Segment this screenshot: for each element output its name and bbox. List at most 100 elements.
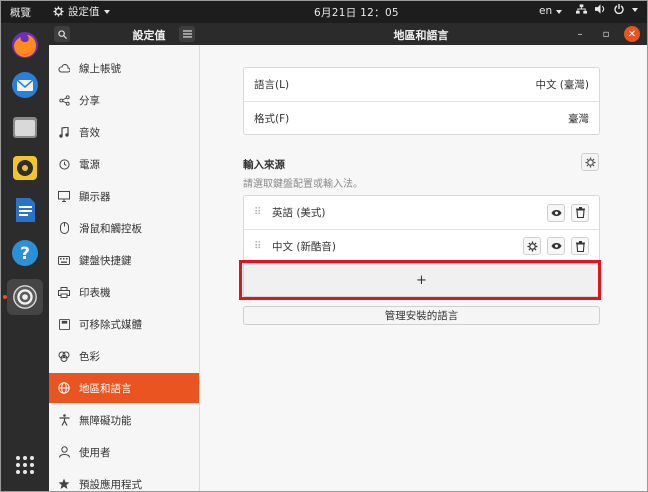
format-value: 臺灣 — [568, 112, 589, 125]
eye-icon — [550, 209, 562, 216]
format-row[interactable]: 格式(F) 臺灣 — [244, 101, 599, 134]
svg-text:?: ? — [20, 244, 30, 264]
input-source-label: 中文 (新酷音) — [272, 240, 337, 253]
sidebar-item-label: 顯示器 — [79, 190, 111, 203]
sidebar-item-users[interactable]: 使用者 — [49, 437, 199, 467]
language-label: 語言(L) — [254, 79, 290, 91]
close-button[interactable]: ✕ — [624, 26, 640, 42]
sidebar-item-label: 無障礙功能 — [79, 414, 132, 427]
writer-icon[interactable] — [7, 192, 43, 228]
sidebar-item-label: 線上帳號 — [79, 62, 121, 75]
source-settings-button[interactable] — [523, 237, 541, 255]
sidebar-item-label: 預設應用程式 — [79, 478, 142, 491]
sidebar-item-label: 可移除式媒體 — [79, 318, 142, 331]
input-source-row[interactable]: ⠿ 中文 (新酷音) — [244, 229, 599, 262]
format-label: 格式(F) — [254, 112, 290, 125]
add-input-source-button[interactable]: + — [243, 263, 600, 297]
share-icon — [58, 94, 70, 106]
eye-icon — [550, 242, 562, 250]
power-icon — [614, 4, 624, 14]
app-menu-label: 設定值 — [68, 6, 100, 18]
sidebar-item-sound[interactable]: 音效 — [49, 117, 199, 147]
show-apps-icon[interactable] — [7, 447, 43, 483]
preview-layout-button[interactable] — [547, 237, 565, 255]
sidebar-item-label: 滑鼠和觸控板 — [79, 222, 142, 235]
sidebar-item-label: 地區和語言 — [79, 382, 132, 395]
network-icon — [576, 4, 587, 14]
sidebar-item-default-apps[interactable]: 預設應用程式 — [49, 469, 199, 491]
sidebar: 線上帳號 分享 音效 電源 顯示器 滑鼠和觸控板 鍵盤快捷鍵 印表機 可移除式媒… — [49, 45, 200, 491]
language-format-card: 語言(L) 中文 (臺灣) 格式(F) 臺灣 — [243, 67, 600, 135]
minimize-button[interactable]: – — [572, 26, 588, 42]
gear-icon — [584, 156, 596, 168]
sidebar-item-label: 色彩 — [79, 350, 100, 363]
input-source-row[interactable]: ⠿ 英語 (美式) — [244, 196, 599, 229]
preview-layout-button[interactable] — [547, 203, 565, 222]
sidebar-item-removable-media[interactable]: 可移除式媒體 — [49, 309, 199, 339]
maximize-button[interactable]: ▫ — [598, 26, 614, 42]
top-bar: 概覽 設定值 6月21日 12：05 en — [1, 1, 647, 23]
input-language-indicator[interactable]: en — [539, 5, 563, 17]
trash-icon — [575, 240, 585, 252]
chevron-down-icon — [556, 9, 563, 14]
cloud-icon — [58, 62, 70, 74]
dock: ? — [1, 23, 49, 491]
sidebar-item-label: 使用者 — [79, 446, 111, 459]
music-note-icon — [58, 126, 70, 138]
help-icon[interactable]: ? — [7, 235, 43, 271]
hamburger-icon — [182, 30, 192, 38]
gear-icon — [53, 6, 64, 17]
globe-icon — [58, 382, 70, 394]
sidebar-item-label: 印表機 — [79, 286, 111, 299]
volume-icon — [595, 4, 605, 14]
color-icon — [58, 350, 70, 362]
input-sources-hint: 請選取鍵盤配置或輸入法。 — [243, 179, 363, 190]
sidebar-item-sharing[interactable]: 分享 — [49, 85, 199, 115]
rhythmbox-icon[interactable] — [7, 150, 43, 186]
drag-handle-icon[interactable]: ⠿ — [254, 207, 266, 218]
input-sources-options-button[interactable] — [581, 153, 599, 171]
input-language-label: en — [539, 5, 553, 17]
sidebar-item-keyboard-shortcuts[interactable]: 鍵盤快捷鍵 — [49, 245, 199, 275]
input-sources-list: ⠿ 英語 (美式) ⠿ 中文 (新酷音) — [243, 195, 600, 263]
sidebar-item-label: 電源 — [79, 158, 100, 171]
manage-languages-button[interactable]: 管理安裝的語言 — [243, 306, 600, 325]
search-button[interactable] — [54, 26, 70, 42]
menu-button[interactable] — [179, 26, 195, 42]
sidebar-item-region-language[interactable]: 地區和語言 — [49, 373, 199, 403]
power-icon — [58, 158, 70, 170]
sidebar-item-displays[interactable]: 顯示器 — [49, 181, 199, 211]
sidebar-item-mouse-touchpad[interactable]: 滑鼠和觸控板 — [49, 213, 199, 243]
drag-handle-icon[interactable]: ⠿ — [254, 241, 266, 252]
sidebar-item-online-accounts[interactable]: 線上帳號 — [49, 53, 199, 83]
settings-icon[interactable] — [7, 279, 43, 315]
accessibility-icon — [58, 414, 70, 426]
monitor-icon — [58, 190, 70, 202]
clock[interactable]: 6月21日 12：05 — [314, 5, 399, 20]
input-source-label: 英語 (美式) — [272, 207, 326, 219]
files-icon[interactable] — [7, 109, 43, 145]
remove-source-button[interactable] — [571, 237, 589, 255]
main-panel: 語言(L) 中文 (臺灣) 格式(F) 臺灣 輸入來源 請選取鍵盤配置或輸入法。… — [200, 45, 647, 491]
language-value: 中文 (臺灣) — [535, 79, 589, 91]
sidebar-item-color[interactable]: 色彩 — [49, 341, 199, 371]
window-header: 設定值 地區和語言 – ▫ ✕ — [49, 23, 647, 45]
thunderbird-icon[interactable] — [7, 67, 43, 103]
language-row[interactable]: 語言(L) 中文 (臺灣) — [244, 68, 599, 101]
sidebar-item-printers[interactable]: 印表機 — [49, 277, 199, 307]
app-menu[interactable]: 設定值 — [53, 4, 110, 19]
sidebar-item-label: 音效 — [79, 126, 100, 139]
trash-icon — [575, 207, 585, 218]
sidebar-item-accessibility[interactable]: 無障礙功能 — [49, 405, 199, 435]
media-icon — [58, 318, 70, 330]
chevron-down-icon — [103, 10, 110, 14]
sidebar-item-label: 分享 — [79, 94, 100, 107]
mouse-icon — [58, 222, 70, 234]
remove-source-button[interactable] — [571, 203, 589, 222]
system-tray[interactable] — [576, 4, 638, 14]
sidebar-item-power[interactable]: 電源 — [49, 149, 199, 179]
firefox-icon[interactable] — [7, 27, 43, 63]
user-icon — [58, 446, 70, 458]
input-sources-title: 輸入來源 — [243, 159, 285, 171]
activities-button[interactable]: 概覽 — [10, 5, 31, 20]
